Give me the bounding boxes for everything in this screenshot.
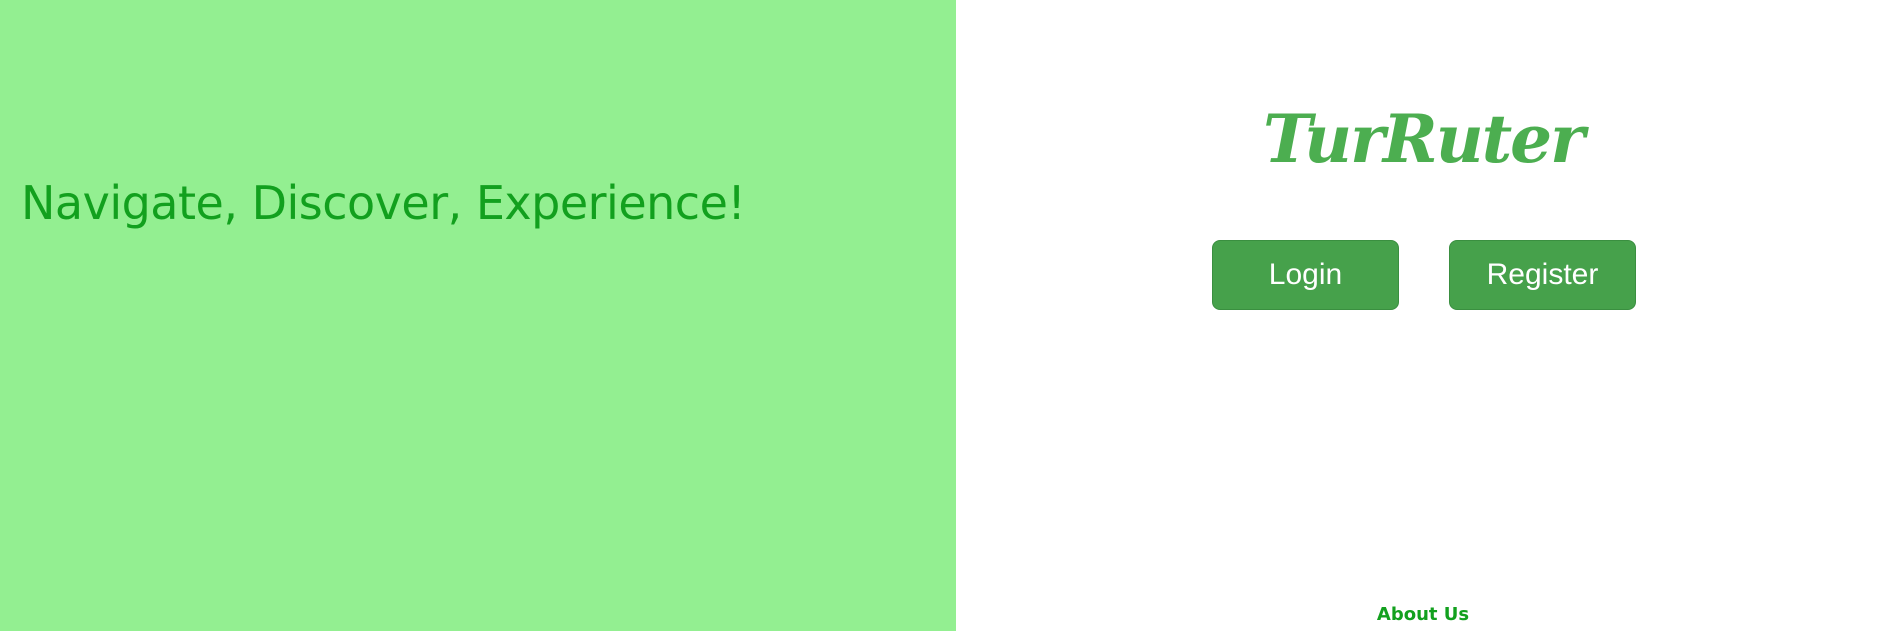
brand-logo: TurRuter bbox=[1263, 100, 1585, 178]
auth-panel: TurRuter Login Register About Us bbox=[956, 0, 1890, 631]
hero-tagline: Navigate, Discover, Experience! bbox=[21, 176, 746, 230]
register-button[interactable]: Register bbox=[1449, 240, 1636, 310]
login-button[interactable]: Login bbox=[1212, 240, 1399, 310]
about-us-link[interactable]: About Us bbox=[956, 604, 1890, 625]
hero-panel: Navigate, Discover, Experience! bbox=[0, 0, 956, 631]
landing-page: Navigate, Discover, Experience! TurRuter… bbox=[0, 0, 1890, 631]
